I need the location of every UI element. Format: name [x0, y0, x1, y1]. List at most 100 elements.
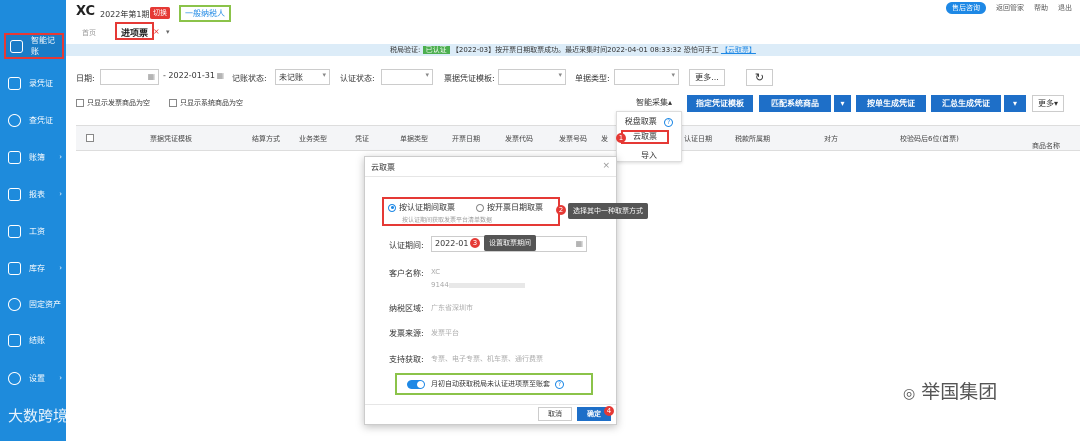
help-link[interactable]: 帮助 [1034, 3, 1048, 13]
date-end-input[interactable]: - 2022-01-31 ▦ [163, 69, 227, 85]
tab-home[interactable]: 首页 [82, 28, 96, 38]
sidebar-item-salary[interactable]: 工资 [4, 218, 64, 244]
sidebar-item-label: 库存 [29, 263, 45, 273]
radio-invoice-date[interactable]: 按开票日期取票 [476, 202, 543, 213]
customer-tax-id: 9144 [431, 281, 525, 289]
per-invoice-voucher-button[interactable]: 按单生成凭证 [856, 95, 926, 112]
sidebar-item-label: 账簿 [29, 152, 45, 162]
doc-type-select[interactable]: ▾ [614, 69, 679, 85]
chevron-down-icon: ▾ [322, 71, 326, 79]
designate-template-button[interactable]: 指定凭证模板 [687, 95, 753, 112]
chevron-down-icon: ▾ [425, 71, 429, 79]
region-value: 广东省深圳市 [431, 304, 473, 312]
column-header: 对方 [824, 135, 838, 143]
chevron-right-icon: › [59, 374, 62, 382]
after-sales-button[interactable]: 售后咨询 [946, 2, 986, 14]
customer-label: 客户名称: [389, 269, 424, 278]
period-label: 认证期间: [389, 241, 424, 250]
cloud-fetch-link[interactable]: 【云取票】 [721, 46, 756, 54]
cloud-fetch-dialog: 云取票 × 按认证期间取票 按开票日期取票 按认证期间获取发票平台清单数据 认证… [364, 156, 617, 425]
help-icon[interactable]: ? [555, 379, 564, 389]
support-label: 支持获取: [389, 355, 424, 364]
company-name: XC [76, 4, 96, 19]
book-status-select[interactable]: 未记账 ▾ [275, 69, 330, 85]
dialog-header: 云取票 × [365, 157, 616, 177]
menu-item-cloud-fetch[interactable]: 云取票 [621, 130, 669, 144]
sidebar-item-settings[interactable]: 设置 › [4, 365, 64, 391]
chevron-down-icon: ▾ [558, 71, 562, 79]
select-all-checkbox[interactable] [86, 134, 94, 142]
chevron-right-icon: › [59, 190, 62, 198]
more-filters-button[interactable]: 更多... [689, 69, 725, 86]
search-voucher-icon [8, 113, 21, 127]
table-header: 票据凭证模板 结算方式 业务类型 凭证 单据类型 开票日期 发票代码 发票号码 … [76, 125, 1080, 151]
return-link[interactable]: 返回管家 [996, 3, 1024, 13]
settings-icon [8, 371, 21, 385]
cert-status-select[interactable]: ▾ [381, 69, 433, 85]
cert-status-label: 认证状态: [340, 74, 375, 83]
period-label: 2022年第1期 [100, 10, 150, 19]
smart-collect-button[interactable]: 智能采集▴ [628, 95, 680, 112]
menu-item-import[interactable]: 导入 [617, 150, 681, 161]
top-bar: XC 2022年第1期 切换 一般纳税人 首页 进项票 × ▾ 售后咨询 返回管… [66, 0, 1080, 42]
date-start-input[interactable]: ▦ [100, 69, 159, 85]
chevron-down-icon: ▾ [671, 71, 675, 79]
dialog-footer: 取消 确定 [365, 404, 616, 424]
source-value: 发票平台 [431, 329, 459, 337]
chevron-right-icon: › [59, 264, 62, 272]
fixed-asset-icon [8, 297, 21, 311]
sidebar-item-ledger[interactable]: 账簿 › [4, 144, 64, 170]
auto-fetch-toggle[interactable] [407, 379, 425, 389]
switch-button[interactable]: 切换 [150, 7, 170, 19]
watermark-logo: 大数跨境 [8, 407, 69, 425]
sidebar-item-search-voucher[interactable]: 查凭证 [4, 107, 64, 133]
refresh-button[interactable]: ↻ [746, 69, 773, 86]
cancel-button[interactable]: 取消 [538, 407, 572, 421]
sidebar-item-voucher-entry[interactable]: 录凭证 [4, 70, 64, 96]
chevron-down-icon[interactable]: ▾ [166, 28, 170, 36]
smart-bookkeeping-icon [10, 39, 23, 53]
header-actions: 售后咨询 返回管家 帮助 退出 [946, 2, 1072, 14]
template-select[interactable]: ▾ [498, 69, 566, 85]
calendar-icon: ▦ [575, 239, 583, 248]
close-icon[interactable]: × [153, 27, 160, 36]
template-label: 票据凭证模板: [444, 74, 495, 83]
auto-fetch-option: 月初自动获取税局未认证进项票至账套 ? [395, 373, 593, 395]
sidebar-item-inventory[interactable]: 库存 › [4, 255, 64, 281]
step-badge: 4 [604, 406, 614, 416]
notice-message: 【2022-03】按开票日期取票成功。最近采集时间2022-04-01 08:3… [451, 46, 719, 54]
sidebar-item-label: 智能记账 [31, 36, 55, 56]
match-goods-button[interactable]: 匹配系统商品 [759, 95, 831, 112]
ledger-icon [8, 150, 21, 164]
more-actions-button[interactable]: 更多▾ [1032, 95, 1064, 112]
radio-cert-period[interactable]: 按认证期间取票 [388, 202, 455, 213]
chevron-down-icon: ▴ [667, 98, 672, 107]
column-header: 业务类型 [299, 135, 327, 143]
calendar-icon: ▦ [147, 72, 155, 81]
system-empty-checkbox[interactable]: 只显示系统商品为空 [169, 98, 243, 108]
chevron-down-icon[interactable]: ▾ [834, 95, 851, 112]
column-header: 认证日期 [684, 135, 712, 143]
summary-voucher-button[interactable]: 汇总生成凭证 [931, 95, 1001, 112]
menu-item-tax-disk[interactable]: 税盘取票 ? [617, 116, 681, 127]
sidebar-item-label: 结账 [29, 335, 45, 345]
help-icon[interactable]: ? [664, 118, 674, 127]
dialog-title: 云取票 [371, 163, 395, 172]
sidebar-item-label: 工资 [29, 226, 45, 236]
chevron-down-icon[interactable]: ▾ [1004, 95, 1026, 112]
salary-icon [8, 224, 21, 238]
sidebar-item-closing[interactable]: 结账 [4, 327, 64, 353]
tax-type-badge: 一般纳税人 [179, 5, 231, 22]
column-header: 发票号码 [559, 135, 587, 143]
column-header: 结算方式 [252, 135, 280, 143]
sidebar-item-fixed-asset[interactable]: 固定资产 [4, 291, 64, 317]
column-header: 单据类型 [400, 135, 428, 143]
logout-link[interactable]: 退出 [1058, 3, 1072, 13]
close-icon[interactable]: × [602, 161, 610, 171]
tab-input-invoice[interactable]: 进项票 [115, 22, 155, 40]
report-icon [8, 187, 21, 201]
invoice-empty-checkbox[interactable]: 只显示发票商品为空 [76, 98, 150, 108]
sidebar-item-smart-bookkeeping[interactable]: 智能记账 [4, 33, 64, 59]
sidebar-item-report[interactable]: 报表 › [4, 181, 64, 207]
column-header: 凭证 [355, 135, 369, 143]
